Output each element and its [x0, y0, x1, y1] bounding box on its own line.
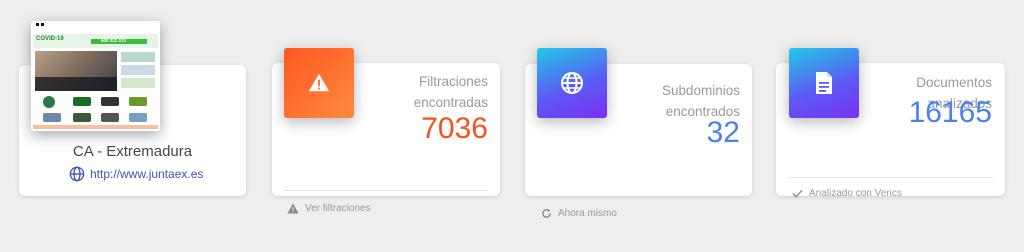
thumb-logo-3 [101, 97, 119, 106]
subdomains-footer-text: Ahora mismo [558, 208, 617, 219]
leaks-icon-tile [284, 48, 354, 118]
site-link[interactable]: http://www.juntaex.es [69, 166, 203, 182]
check-icon [792, 189, 803, 198]
leaks-footer-link[interactable]: Ver filtraciones [287, 203, 371, 214]
documents-icon-tile [789, 48, 859, 118]
leaks-footer-text[interactable]: Ver filtraciones [305, 203, 371, 214]
site-screenshot-thumbnail[interactable]: COVID-19 900 222 012 [31, 21, 160, 131]
thumb-photo-caption [35, 77, 117, 91]
thumb-logo-5 [43, 113, 61, 122]
subdomains-value: 32 [706, 116, 740, 149]
refresh-icon [542, 208, 551, 218]
thumb-phone-text: 900 222 012 [101, 38, 127, 43]
warning-icon [308, 73, 330, 92]
thumb-logo-1 [43, 96, 55, 108]
leaks-divider [284, 190, 488, 191]
subdomains-icon-tile [537, 48, 607, 118]
thumb-photo [35, 51, 117, 91]
site-url[interactable]: http://www.juntaex.es [90, 167, 203, 181]
globe-icon [561, 72, 583, 94]
subdomains-footer: Ahora mismo [541, 208, 617, 219]
thumb-side-1 [121, 52, 155, 62]
documents-footer-text: Analizado con Verics [809, 188, 902, 199]
thumb-side-3 [121, 78, 155, 88]
globe-icon [69, 166, 85, 182]
thumb-covid-text: COVID-19 [36, 36, 64, 42]
documents-footer: Analizado con Verics [792, 188, 902, 199]
warning-small-icon [287, 203, 299, 214]
thumb-logo-4 [129, 97, 147, 106]
thumb-topbar [31, 21, 160, 31]
document-icon [816, 72, 832, 94]
thumb-logo-2 [73, 97, 91, 106]
thumb-logo-7 [101, 113, 119, 122]
leaks-label: Filtraciones encontradas [413, 74, 488, 110]
documents-value: 16165 [908, 96, 992, 129]
thumb-logo-8 [129, 113, 147, 122]
thumb-side-2 [121, 65, 155, 75]
documents-divider [789, 177, 993, 178]
thumb-footer-strip [33, 125, 158, 129]
site-name: CA - Extremadura [72, 143, 193, 160]
leaks-value: 7036 [421, 112, 488, 145]
thumb-logo-6 [73, 113, 91, 122]
